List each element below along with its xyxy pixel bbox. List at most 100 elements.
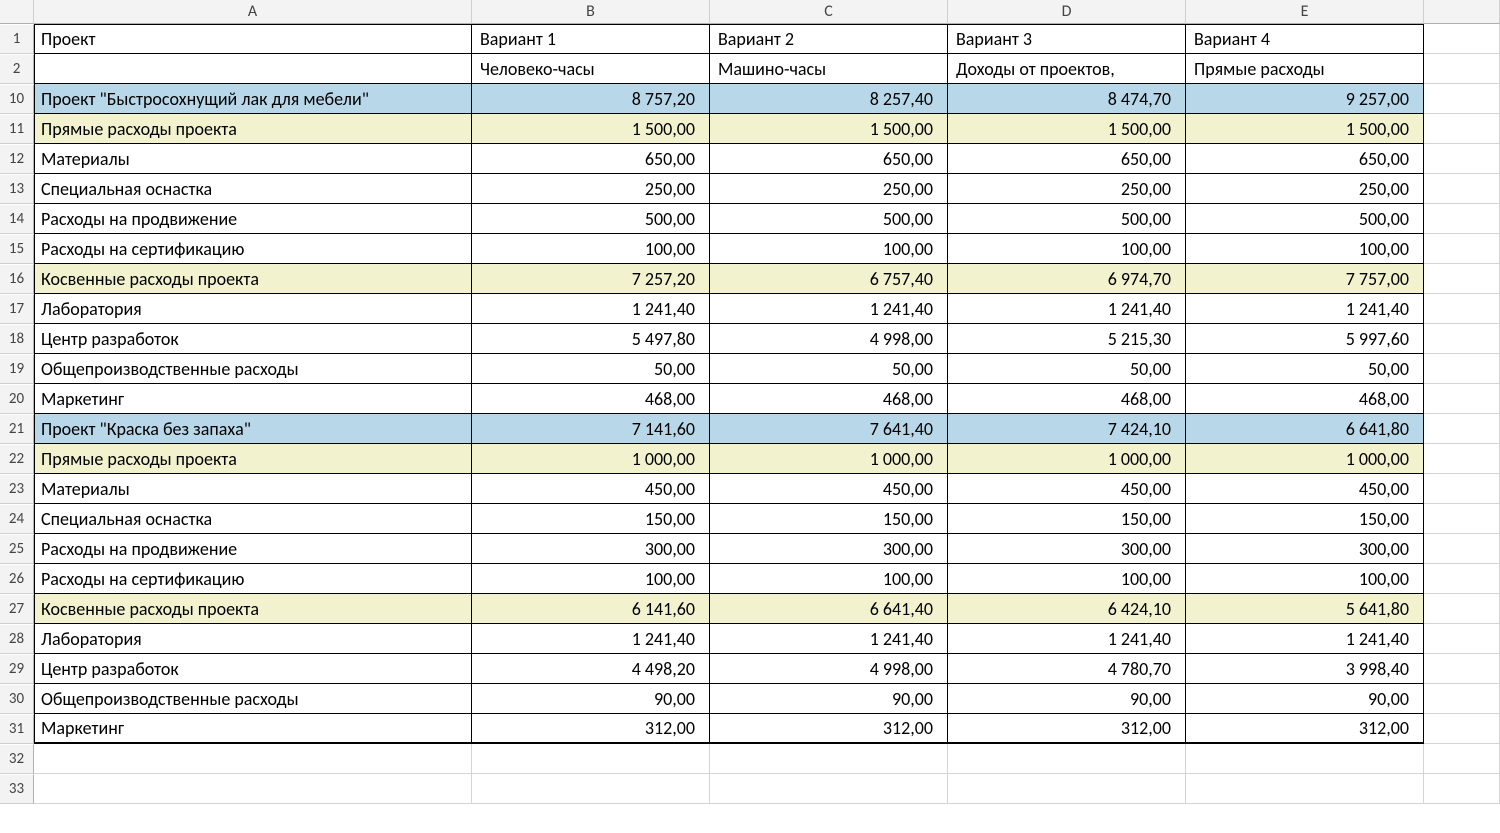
cell-A33[interactable] [34,774,472,804]
cell-D27[interactable]: 6 424,10 [948,594,1186,624]
cell-D22[interactable]: 1 000,00 [948,444,1186,474]
row-header-12[interactable]: 12 [0,144,34,174]
cell-D13[interactable]: 250,00 [948,174,1186,204]
row-header-1[interactable]: 1 [0,24,34,54]
cell-D24[interactable]: 150,00 [948,504,1186,534]
cell-C1[interactable]: Вариант 2 [710,24,948,54]
cell-B27[interactable]: 6 141,60 [472,594,710,624]
cell-C25[interactable]: 300,00 [710,534,948,564]
cell-D17[interactable]: 1 241,40 [948,294,1186,324]
cell-F11[interactable] [1424,114,1500,144]
cell-B24[interactable]: 150,00 [472,504,710,534]
cell-B30[interactable]: 90,00 [472,684,710,714]
cell-D26[interactable]: 100,00 [948,564,1186,594]
row-header-2[interactable]: 2 [0,54,34,84]
cell-D15[interactable]: 100,00 [948,234,1186,264]
cell-A17[interactable]: Лаборатория [34,294,472,324]
cell-E12[interactable]: 650,00 [1186,144,1424,174]
row-header-19[interactable]: 19 [0,354,34,384]
cell-B26[interactable]: 100,00 [472,564,710,594]
cell-A18[interactable]: Центр разработок [34,324,472,354]
row-header-18[interactable]: 18 [0,324,34,354]
cell-E28[interactable]: 1 241,40 [1186,624,1424,654]
row-header-16[interactable]: 16 [0,264,34,294]
row-header-29[interactable]: 29 [0,654,34,684]
cell-C19[interactable]: 50,00 [710,354,948,384]
cell-D32[interactable] [948,744,1186,774]
cell-F31[interactable] [1424,714,1500,744]
cell-F12[interactable] [1424,144,1500,174]
cell-C32[interactable] [710,744,948,774]
cell-C2[interactable]: Машино-часы [710,54,948,84]
row-header-21[interactable]: 21 [0,414,34,444]
cell-A25[interactable]: Расходы на продвижение [34,534,472,564]
cell-E16[interactable]: 7 757,00 [1186,264,1424,294]
cell-B2[interactable]: Человеко-часы [472,54,710,84]
row-header-28[interactable]: 28 [0,624,34,654]
cell-F28[interactable] [1424,624,1500,654]
cell-A26[interactable]: Расходы на сертификацию [34,564,472,594]
cell-D33[interactable] [948,774,1186,804]
cell-A19[interactable]: Общепроизводственные расходы [34,354,472,384]
cell-D19[interactable]: 50,00 [948,354,1186,384]
row-header-20[interactable]: 20 [0,384,34,414]
cell-D20[interactable]: 468,00 [948,384,1186,414]
cell-A32[interactable] [34,744,472,774]
cell-C11[interactable]: 1 500,00 [710,114,948,144]
cell-A22[interactable]: Прямые расходы проекта [34,444,472,474]
cell-A28[interactable]: Лаборатория [34,624,472,654]
cell-B13[interactable]: 250,00 [472,174,710,204]
row-header-27[interactable]: 27 [0,594,34,624]
cell-A11[interactable]: Прямые расходы проекта [34,114,472,144]
cell-D12[interactable]: 650,00 [948,144,1186,174]
column-header-E[interactable]: E [1186,0,1424,24]
cell-A27[interactable]: Косвенные расходы проекта [34,594,472,624]
cell-A16[interactable]: Косвенные расходы проекта [34,264,472,294]
cell-F23[interactable] [1424,474,1500,504]
column-header-A[interactable]: A [34,0,472,24]
cell-B12[interactable]: 650,00 [472,144,710,174]
cell-D31[interactable]: 312,00 [948,714,1186,744]
cell-C18[interactable]: 4 998,00 [710,324,948,354]
cell-F1[interactable] [1424,24,1500,54]
row-header-11[interactable]: 11 [0,114,34,144]
cell-F26[interactable] [1424,564,1500,594]
cell-C14[interactable]: 500,00 [710,204,948,234]
cell-A14[interactable]: Расходы на продвижение [34,204,472,234]
cell-C24[interactable]: 150,00 [710,504,948,534]
cell-A12[interactable]: Материалы [34,144,472,174]
cell-A23[interactable]: Материалы [34,474,472,504]
cell-F33[interactable] [1424,774,1500,804]
cell-A31[interactable]: Маркетинг [34,714,472,744]
row-header-33[interactable]: 33 [0,774,34,804]
cell-A13[interactable]: Специальная оснастка [34,174,472,204]
cell-F30[interactable] [1424,684,1500,714]
cell-F17[interactable] [1424,294,1500,324]
cell-E19[interactable]: 50,00 [1186,354,1424,384]
cell-F20[interactable] [1424,384,1500,414]
cell-F25[interactable] [1424,534,1500,564]
cell-F16[interactable] [1424,264,1500,294]
cell-D16[interactable]: 6 974,70 [948,264,1186,294]
cell-C10[interactable]: 8 257,40 [710,84,948,114]
cell-F10[interactable] [1424,84,1500,114]
cell-C26[interactable]: 100,00 [710,564,948,594]
cell-E18[interactable]: 5 997,60 [1186,324,1424,354]
row-header-15[interactable]: 15 [0,234,34,264]
cell-F27[interactable] [1424,594,1500,624]
cell-E2[interactable]: Прямые расходы [1186,54,1424,84]
cell-A29[interactable]: Центр разработок [34,654,472,684]
cell-B1[interactable]: Вариант 1 [472,24,710,54]
cell-C22[interactable]: 1 000,00 [710,444,948,474]
cell-D29[interactable]: 4 780,70 [948,654,1186,684]
row-header-24[interactable]: 24 [0,504,34,534]
cell-E15[interactable]: 100,00 [1186,234,1424,264]
cell-F18[interactable] [1424,324,1500,354]
cell-E17[interactable]: 1 241,40 [1186,294,1424,324]
cell-E30[interactable]: 90,00 [1186,684,1424,714]
column-header-D[interactable]: D [948,0,1186,24]
cell-B17[interactable]: 1 241,40 [472,294,710,324]
cell-C33[interactable] [710,774,948,804]
cell-E24[interactable]: 150,00 [1186,504,1424,534]
cell-D18[interactable]: 5 215,30 [948,324,1186,354]
